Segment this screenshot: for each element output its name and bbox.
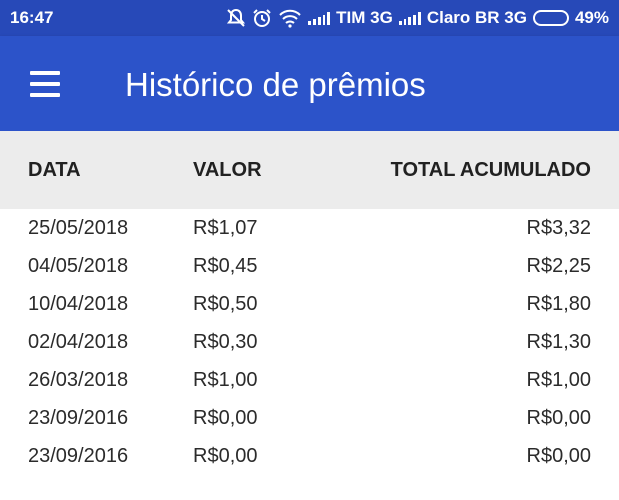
alarm-icon [252, 8, 272, 28]
row-date: 23/09/2016 [28, 407, 129, 429]
carrier2-label: Claro BR 3G [426, 8, 527, 27]
battery-icon [532, 10, 569, 26]
row-value: R$1,00 [193, 369, 258, 391]
table-row: 25/05/2018 R$1,07 R$3,32 [0, 209, 619, 247]
app-bar: Histórico de prêmios [0, 36, 619, 131]
menu-button[interactable] [20, 62, 70, 106]
page-title: Histórico de prêmios [125, 66, 426, 103]
signal-icon [398, 11, 421, 25]
row-date: 26/03/2018 [28, 369, 129, 391]
row-date: 10/04/2018 [28, 293, 129, 315]
status-bar: 16:47 TIM 3G Claro BR 3G 49% [0, 0, 619, 36]
row-total: R$1,30 [526, 331, 592, 353]
row-total: R$2,25 [526, 255, 592, 277]
header-date: DATA [28, 159, 81, 181]
table-row: 02/04/2018 R$0,30 R$1,30 [0, 323, 619, 361]
signal-icon [308, 11, 331, 25]
status-icons: TIM 3G Claro BR 3G 49% [226, 8, 609, 28]
row-value: R$1,07 [193, 217, 258, 239]
table-row: 26/03/2018 R$1,00 R$1,00 [0, 361, 619, 399]
row-date: 02/04/2018 [28, 331, 129, 353]
row-date: 25/05/2018 [28, 217, 129, 239]
row-total: R$3,32 [526, 217, 592, 239]
row-value: R$0,00 [193, 407, 258, 429]
row-value: R$0,30 [193, 331, 258, 353]
table-row: 23/09/2016 R$0,00 R$0,00 [0, 437, 619, 475]
carrier1-label: TIM 3G [336, 8, 393, 27]
table-row: 04/05/2018 R$0,45 R$2,25 [0, 247, 619, 285]
row-value: R$0,00 [193, 445, 258, 467]
notifications-off-icon [226, 8, 246, 28]
table-row: 10/04/2018 R$0,50 R$1,80 [0, 285, 619, 323]
row-total: R$1,80 [526, 293, 592, 315]
row-date: 23/09/2016 [28, 445, 129, 467]
header-value: VALOR [193, 159, 262, 181]
header-total: TOTAL ACUMULADO [390, 159, 591, 181]
row-value: R$0,45 [193, 255, 258, 277]
row-date: 04/05/2018 [28, 255, 129, 277]
wifi-icon [278, 8, 302, 28]
table-row: 23/09/2016 R$0,00 R$0,00 [0, 399, 619, 437]
row-total: R$0,00 [526, 445, 592, 467]
prize-history-list: 25/05/2018 R$1,07 R$3,32 04/05/2018 R$0,… [0, 209, 619, 475]
table-header: DATA VALOR TOTAL ACUMULADO [0, 131, 619, 209]
row-value: R$0,50 [193, 293, 258, 315]
menu-icon [30, 71, 60, 75]
battery-percent: 49% [574, 8, 609, 27]
row-total: R$1,00 [526, 369, 592, 391]
row-total: R$0,00 [526, 407, 592, 429]
status-time: 16:47 [10, 8, 54, 27]
